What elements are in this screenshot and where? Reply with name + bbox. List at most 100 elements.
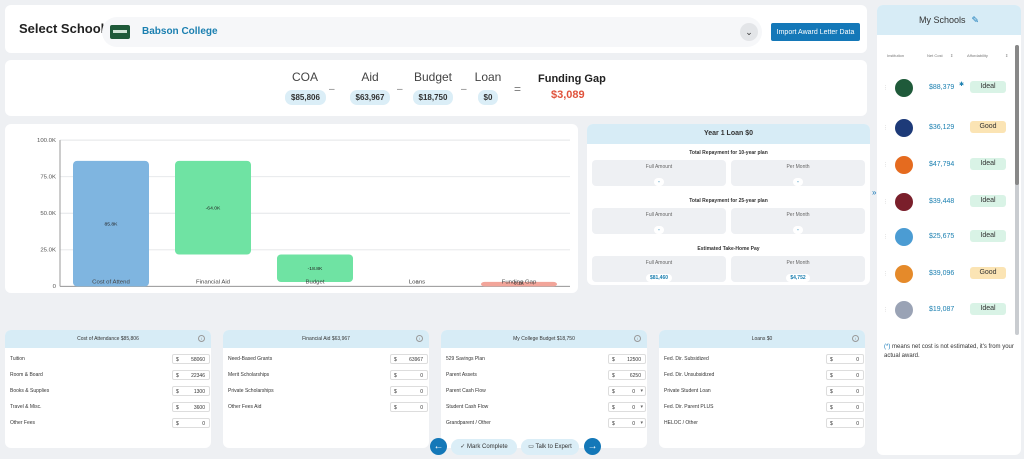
need-based-row: Need-Based Grants $63967: [228, 354, 428, 364]
row-label: Fed. Dir. Subsidized: [664, 356, 709, 362]
y-tick-label: 100.0K: [37, 138, 56, 144]
info-icon[interactable]: i: [416, 335, 423, 342]
chevron-down-icon[interactable]: ⌄: [740, 23, 758, 41]
input-value: 1300: [193, 389, 205, 395]
input-value: 12500: [627, 357, 641, 363]
scrollbar-thumb[interactable]: [1015, 45, 1019, 185]
parent-assets-row: Parent Assets $6250: [446, 370, 646, 380]
input-value: 0: [856, 405, 859, 411]
parent-plus-input[interactable]: $0: [826, 402, 864, 412]
minus-sign: –: [397, 84, 403, 95]
row-label: Merit Scholarships: [228, 372, 270, 378]
school-row[interactable]: ⋮ $39,096 Good: [877, 264, 1013, 284]
input-value: 3600: [193, 405, 205, 411]
dollar-sign: $: [176, 405, 179, 411]
repayment-25yr-title: Total Repayment for 25-year plan: [689, 198, 768, 204]
x-tick-label: Budget: [305, 280, 324, 286]
school-row[interactable]: ⋮ $39,448 Ideal: [877, 192, 1013, 212]
books-supplies-input[interactable]: $1300: [172, 386, 210, 396]
heloc-input[interactable]: $0: [826, 418, 864, 428]
previous-button[interactable]: ←: [430, 438, 447, 455]
info-icon[interactable]: i: [198, 335, 205, 342]
col-affordability[interactable]: Affordability: [967, 53, 988, 58]
school-logo-icon: [895, 156, 913, 174]
funding-gap-label: Funding Gap: [538, 73, 606, 85]
parent-assets-input[interactable]: $6250: [608, 370, 646, 380]
import-award-letter-button[interactable]: Import Award Letter Data: [771, 23, 860, 41]
drag-handle-icon[interactable]: ⋮: [883, 271, 888, 277]
school-row[interactable]: ⋮ $47,794 Ideal: [877, 155, 1013, 175]
row-label: Books & Supplies: [10, 388, 50, 394]
tuition-input[interactable]: $58060: [172, 354, 210, 364]
take-home-full: Full Amount $81,460: [592, 256, 726, 282]
loan-value: $0: [477, 90, 499, 105]
sort-icon[interactable]: ⇕: [1005, 53, 1008, 58]
per-month-label: Per Month: [786, 212, 810, 218]
parent-cash-flow-row: Parent Cash Flow $0: [446, 386, 646, 396]
net-cost-value: $19,087: [929, 306, 955, 313]
savings-plan-row: 529 Savings Plan $12500: [446, 354, 646, 364]
dollar-sign: $: [830, 405, 833, 411]
school-dropdown[interactable]: Babson College ⌄: [102, 17, 762, 47]
school-row[interactable]: ⋮ $25,675 Ideal: [877, 227, 1013, 247]
take-home-title: Estimated Take-Home Pay: [697, 246, 760, 252]
sort-icon[interactable]: ⇕: [950, 53, 953, 58]
info-icon[interactable]: i: [634, 335, 641, 342]
dollar-sign: $: [176, 373, 179, 379]
loan-summary: Loan $0: [471, 70, 505, 105]
room-board-input[interactable]: $22346: [172, 370, 210, 380]
mark-complete-button[interactable]: ✓ Mark Complete: [451, 439, 517, 455]
expand-sidebar-icon[interactable]: »: [872, 188, 876, 197]
drag-handle-icon[interactable]: ⋮: [883, 199, 888, 205]
edit-icon[interactable]: ✎: [971, 15, 979, 25]
talk-to-expert-button[interactable]: ▭ Talk to Expert: [521, 439, 579, 455]
tuition-row: Tuition $58060: [10, 354, 210, 364]
affordability-badge: Ideal: [970, 81, 1006, 93]
grandparent-select[interactable]: $0: [608, 418, 646, 428]
parent-cash-flow-select[interactable]: $0: [608, 386, 646, 396]
input-value: 0: [856, 373, 859, 379]
savings-plan-input[interactable]: $12500: [608, 354, 646, 364]
need-based-input[interactable]: $63967: [390, 354, 428, 364]
dollar-sign: $: [612, 373, 615, 379]
arrow-right-icon: →: [587, 441, 598, 452]
col-institution[interactable]: Institution: [887, 53, 904, 58]
input-value: 0: [420, 405, 423, 411]
minus-sign: –: [461, 84, 467, 95]
row-label: Other Fees Aid: [228, 404, 262, 410]
dollar-sign: $: [612, 389, 615, 395]
input-value: 6250: [629, 373, 641, 379]
row-label: Student Cash Flow: [446, 404, 489, 410]
school-logo-icon: [895, 119, 913, 137]
school-row[interactable]: ⋮ $88,379 ✱ Ideal: [877, 78, 1013, 98]
other-aid-input[interactable]: $0: [390, 402, 428, 412]
repayment-10yr-title: Total Repayment for 10-year plan: [689, 150, 768, 156]
private-scholarships-input[interactable]: $0: [390, 386, 428, 396]
dollar-sign: $: [176, 389, 179, 395]
unsubsidized-input[interactable]: $0: [826, 370, 864, 380]
travel-misc-input[interactable]: $3600: [172, 402, 210, 412]
school-logo-icon: [110, 25, 130, 39]
student-cash-flow-select[interactable]: $0: [608, 402, 646, 412]
drag-handle-icon[interactable]: ⋮: [883, 85, 888, 91]
col-net-cost[interactable]: Net Cost: [927, 53, 943, 58]
subsidized-input[interactable]: $0: [826, 354, 864, 364]
drag-handle-icon[interactable]: ⋮: [883, 234, 888, 240]
select-school-label: Select School:: [19, 21, 109, 36]
school-row[interactable]: ⋮ $19,087 Ideal: [877, 300, 1013, 320]
merit-input[interactable]: $0: [390, 370, 428, 380]
info-icon[interactable]: i: [852, 335, 859, 342]
net-cost-value: $25,675: [929, 233, 955, 240]
other-fees-input[interactable]: $0: [172, 418, 210, 428]
drag-handle-icon[interactable]: ⋮: [883, 125, 888, 131]
drag-handle-icon[interactable]: ⋮: [883, 307, 888, 313]
panel-title: My College Budget $18,750: [513, 336, 575, 342]
financial-aid-panel: Financial Aid $63,967 i Need-Based Grants…: [223, 330, 429, 448]
heloc-row: HELOC / Other $0: [664, 418, 864, 428]
x-tick-label: Funding Gap: [502, 280, 537, 286]
school-row[interactable]: ⋮ $36,129 Good: [877, 118, 1013, 138]
next-button[interactable]: →: [584, 438, 601, 455]
private-loan-input[interactable]: $0: [826, 386, 864, 396]
check-icon: ✓: [460, 444, 467, 450]
drag-handle-icon[interactable]: ⋮: [883, 162, 888, 168]
